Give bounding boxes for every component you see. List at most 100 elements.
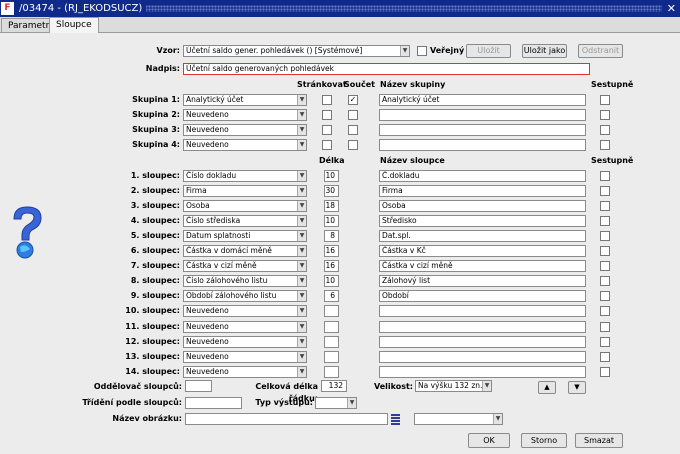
column-name-input[interactable] [379, 335, 586, 348]
column-length-input[interactable] [324, 365, 339, 378]
column-length-input[interactable] [324, 335, 339, 348]
dropdown-arrow-icon[interactable]: ▼ [400, 46, 409, 56]
dropdown-arrow-icon[interactable]: ▼ [347, 398, 356, 408]
column-name-input[interactable]: Dat.spl. [379, 230, 586, 243]
trideni-input[interactable] [185, 397, 242, 409]
dropdown-arrow-icon[interactable]: ▼ [297, 125, 306, 135]
column-length-input[interactable]: 16 [324, 245, 339, 258]
ulozit-jako-button[interactable]: Uložit jako [522, 44, 567, 58]
column-name-input[interactable]: Č.dokladu [379, 170, 586, 182]
column-name-input[interactable] [379, 365, 586, 378]
column-name-input[interactable]: Firma [379, 185, 586, 198]
column-select[interactable]: Období zálohového listu ▼ [183, 290, 307, 303]
column-sestupne-checkbox[interactable] [600, 336, 610, 347]
column-select[interactable]: Neuvedeno ▼ [183, 350, 307, 363]
column-sestupne-checkbox[interactable] [600, 306, 610, 317]
group-sestupne-checkbox[interactable] [600, 140, 610, 150]
odstranit-button[interactable]: Odstranit [578, 44, 623, 58]
ok-button[interactable]: OK [468, 433, 510, 448]
soucet-checkbox[interactable] [348, 125, 358, 135]
ulozit-button[interactable]: Uložit [466, 44, 511, 58]
column-sestupne-checkbox[interactable] [600, 321, 610, 332]
dropdown-arrow-icon[interactable]: ▼ [297, 261, 306, 272]
nadpis-input[interactable]: Účetní saldo generovaných pohledávek [183, 63, 590, 75]
close-icon[interactable]: ✕ [667, 0, 676, 17]
group-select[interactable]: Analytický účet ▼ [183, 94, 307, 106]
column-length-input[interactable]: 6 [324, 290, 339, 303]
column-sestupne-checkbox[interactable] [600, 216, 610, 227]
dropdown-arrow-icon[interactable]: ▼ [297, 231, 306, 242]
soucet-checkbox[interactable] [348, 110, 358, 120]
column-length-input[interactable] [324, 320, 339, 333]
column-name-input[interactable]: Částka v Kč [379, 245, 586, 258]
soucet-checkbox[interactable]: ✓ [348, 95, 358, 105]
column-select[interactable]: Datum splatnosti ▼ [183, 230, 307, 243]
column-name-input[interactable]: Období [379, 290, 586, 303]
smazat-button[interactable]: Smazat [575, 433, 623, 448]
dropdown-arrow-icon[interactable]: ▼ [297, 110, 306, 120]
dropdown-arrow-icon[interactable]: ▼ [297, 246, 306, 257]
verejny-checkbox[interactable] [417, 46, 427, 56]
column-select[interactable]: Částka v domácí měně ▼ [183, 245, 307, 258]
column-length-input[interactable]: 10 [324, 215, 339, 228]
column-select[interactable]: Osoba ▼ [183, 200, 307, 213]
column-select[interactable]: Firma ▼ [183, 185, 307, 198]
column-sestupne-checkbox[interactable] [600, 201, 610, 212]
column-length-input[interactable]: 30 [324, 185, 339, 198]
group-select[interactable]: Neuvedeno ▼ [183, 109, 307, 121]
column-name-input[interactable] [379, 320, 586, 333]
column-select[interactable]: Neuvedeno ▼ [183, 335, 307, 348]
column-length-input[interactable]: 8 [324, 230, 339, 243]
typ-vystupu-select[interactable]: ▼ [315, 397, 357, 409]
column-name-input[interactable] [379, 305, 586, 318]
column-select[interactable]: Číslo zálohového listu ▼ [183, 275, 307, 288]
move-up-button[interactable]: ▲ [538, 381, 556, 394]
group-sestupne-checkbox[interactable] [600, 95, 610, 105]
strankovat-checkbox[interactable] [322, 125, 332, 135]
column-select[interactable]: Číslo dokladu ▼ [183, 170, 307, 182]
column-select[interactable]: Číslo střediska ▼ [183, 215, 307, 228]
column-name-input[interactable]: Středisko [379, 215, 586, 228]
column-sestupne-checkbox[interactable] [600, 291, 610, 302]
column-length-input[interactable]: 16 [324, 260, 339, 273]
soucet-checkbox[interactable] [348, 140, 358, 150]
strankovat-checkbox[interactable] [322, 110, 332, 120]
dropdown-arrow-icon[interactable]: ▼ [297, 336, 306, 347]
column-length-input[interactable] [324, 305, 339, 318]
column-select[interactable]: Neuvedeno ▼ [183, 320, 307, 333]
column-sestupne-checkbox[interactable] [600, 366, 610, 377]
storno-button[interactable]: Storno [521, 433, 567, 448]
strankovat-checkbox[interactable] [322, 95, 332, 105]
dropdown-arrow-icon[interactable]: ▼ [297, 351, 306, 362]
dropdown-arrow-icon[interactable]: ▼ [297, 306, 306, 317]
group-sestupne-checkbox[interactable] [600, 110, 610, 120]
group-select[interactable]: Neuvedeno ▼ [183, 139, 307, 151]
dropdown-arrow-icon[interactable]: ▼ [297, 276, 306, 287]
oddelovac-input[interactable] [185, 380, 212, 392]
dropdown-arrow-icon[interactable]: ▼ [297, 95, 306, 105]
dropdown-arrow-icon[interactable]: ▼ [493, 414, 502, 424]
column-sestupne-checkbox[interactable] [600, 231, 610, 242]
column-name-input[interactable]: Osoba [379, 200, 586, 213]
group-name-input[interactable] [379, 124, 586, 136]
column-sestupne-checkbox[interactable] [600, 246, 610, 257]
group-name-input[interactable] [379, 139, 586, 151]
tab-sloupce[interactable]: Sloupce [49, 17, 99, 34]
column-length-input[interactable] [324, 350, 339, 363]
column-select[interactable]: Částka v cizí měně ▼ [183, 260, 307, 273]
column-length-input[interactable]: 10 [324, 275, 339, 288]
dropdown-arrow-icon[interactable]: ▼ [297, 321, 306, 332]
help-question-icon[interactable] [8, 205, 48, 261]
vzor-select[interactable]: Účetní saldo gener. pohledávek () [Systé… [183, 45, 410, 57]
dropdown-arrow-icon[interactable]: ▼ [297, 366, 306, 377]
obrazek-select[interactable]: ▼ [414, 413, 503, 425]
column-name-input[interactable] [379, 350, 586, 363]
column-select[interactable]: Neuvedeno ▼ [183, 305, 307, 318]
dropdown-arrow-icon[interactable]: ▼ [297, 140, 306, 150]
column-sestupne-checkbox[interactable] [600, 276, 610, 287]
dropdown-arrow-icon[interactable]: ▼ [297, 291, 306, 302]
column-length-input[interactable]: 10 [324, 170, 339, 182]
column-sestupne-checkbox[interactable] [600, 261, 610, 272]
dropdown-arrow-icon[interactable]: ▼ [297, 201, 306, 212]
velikost-select[interactable]: Na výšku 132 zn. ▼ [415, 380, 492, 392]
